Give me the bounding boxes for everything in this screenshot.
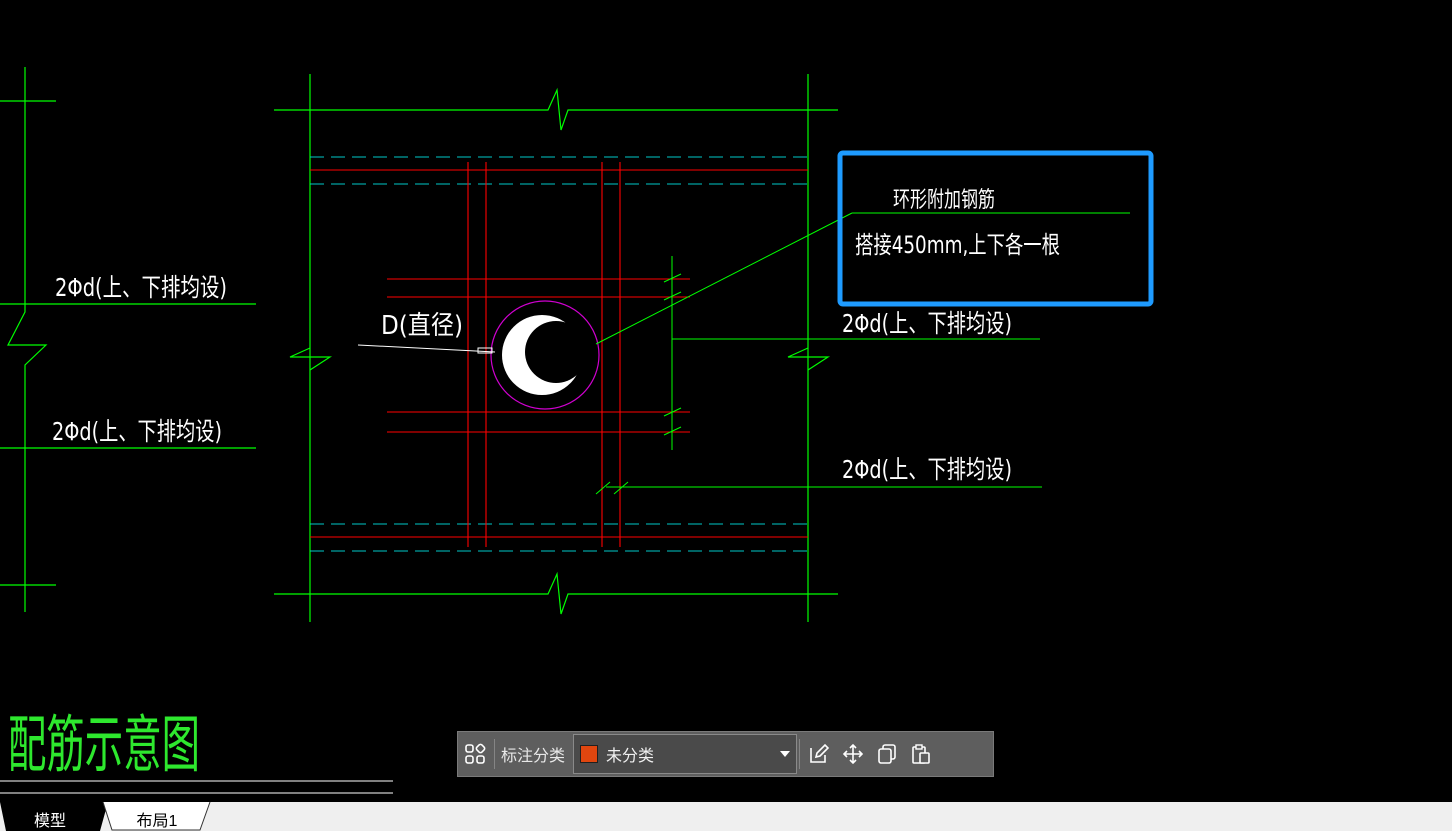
callout-highlight-box[interactable] bbox=[837, 150, 1154, 307]
left-beam-outline bbox=[0, 67, 256, 612]
circular-opening bbox=[490, 300, 600, 410]
toolbar-separator bbox=[494, 739, 495, 769]
callout-title: 环形附加钢筋 bbox=[893, 188, 995, 213]
grid-icon[interactable] bbox=[458, 737, 492, 771]
tab-model-label: 模型 bbox=[33, 813, 66, 830]
layout-tab-bar: 模型 布局1 bbox=[0, 802, 1452, 831]
category-label: 标注分类 bbox=[501, 746, 566, 765]
edit-icon[interactable] bbox=[802, 737, 836, 771]
tab-layout1[interactable]: 布局1 bbox=[102, 802, 212, 831]
chevron-down-icon bbox=[780, 751, 791, 757]
tab-layout1-label: 布局1 bbox=[136, 813, 178, 830]
paste-icon[interactable] bbox=[904, 737, 938, 771]
callout-note: 搭接450mm,上下各一根 bbox=[855, 231, 1060, 259]
move-icon[interactable] bbox=[836, 737, 870, 771]
drawing-canvas[interactable]: 2Φd(上、下排均设) 2Φd(上、下排均设) 2Φd(上、下排均设) 2Φd(… bbox=[0, 0, 1452, 802]
rebar-label-right-bottom: 2Φd(上、下排均设) bbox=[842, 455, 1012, 484]
rebar-label-left-top: 2Φd(上、下排均设) bbox=[55, 273, 227, 302]
category-color-swatch bbox=[580, 745, 599, 763]
diameter-label: D(直径) bbox=[381, 311, 463, 341]
category-value: 未分类 bbox=[606, 746, 655, 765]
copy-icon[interactable] bbox=[870, 737, 904, 771]
rebar-label-left-bottom: 2Φd(上、下排均设) bbox=[52, 417, 222, 446]
toolbar-separator bbox=[799, 739, 801, 769]
title-underlines bbox=[0, 780, 393, 794]
drawing-title: 配筋示意图 bbox=[8, 708, 200, 781]
annotation-toolbar: 标注分类 未分类 bbox=[457, 731, 994, 777]
tab-model[interactable]: 模型 bbox=[0, 802, 108, 831]
category-dropdown[interactable]: 未分类 bbox=[573, 734, 798, 774]
rebar-label-right-top: 2Φd(上、下排均设) bbox=[842, 309, 1012, 338]
